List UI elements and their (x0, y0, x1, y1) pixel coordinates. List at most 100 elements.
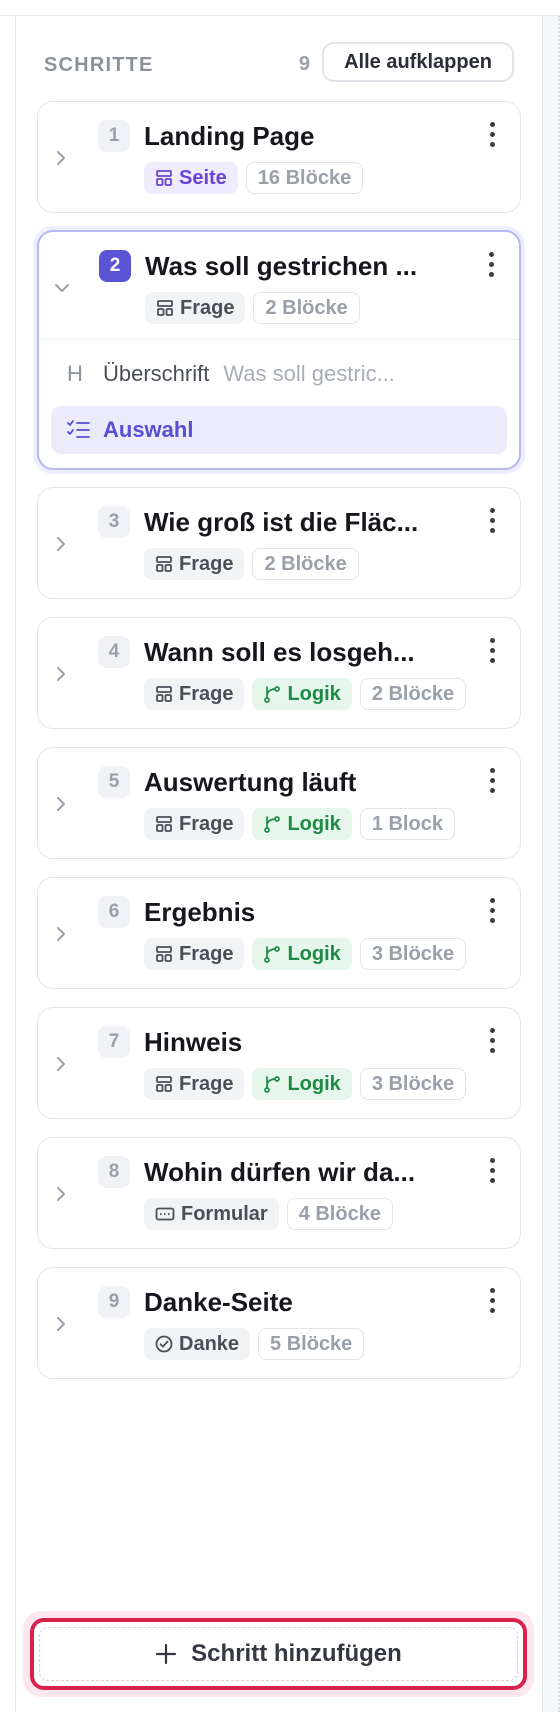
checklist-icon (67, 419, 95, 441)
step-card-6[interactable]: 6 Ergebnis Frage Logik 3 Blöcke (37, 877, 521, 989)
step-title: Was soll gestrichen ... (145, 251, 418, 281)
step-title: Wie groß ist die Fläc... (144, 507, 419, 537)
step-number: 9 (98, 1286, 130, 1318)
steps-title: SCHRITTE (44, 54, 154, 76)
step-type-badge: Frage (144, 1068, 245, 1100)
block-preview-text: Was soll gestric... (223, 361, 395, 386)
step-divider (39, 339, 519, 340)
logic-badge: Logik (252, 938, 352, 970)
step-type-badge: Frage (144, 678, 245, 710)
branch-icon (264, 946, 281, 963)
step-card-7[interactable]: 7 Hinweis Frage Logik 3 Blöcke (37, 1007, 521, 1119)
chevron-right-icon[interactable] (49, 532, 73, 556)
layout-icon (156, 686, 172, 702)
step-title: Hinweis (144, 1027, 243, 1057)
step-title: Ergebnis (144, 897, 256, 927)
block-item-choice[interactable]: Auswahl (51, 406, 507, 454)
add-step-button[interactable]: Schritt hinzufügen (30, 1618, 527, 1690)
step-type-badge: Frage (144, 548, 245, 580)
canvas-edge (542, 16, 560, 1712)
layout-icon (156, 1076, 172, 1092)
branch-icon (264, 686, 281, 703)
chevron-right-icon[interactable] (49, 146, 73, 170)
step-card-1[interactable]: 1 Landing Page Seite 16 Blöcke (37, 101, 521, 213)
step-type-badge: Frage (145, 292, 246, 324)
layout-icon (156, 816, 172, 832)
step-type-badge: Frage (144, 808, 245, 840)
more-options-icon[interactable] (486, 122, 498, 152)
step-card-2[interactable]: 2 Was soll gestrichen ... Frage 2 Blöcke… (37, 230, 521, 470)
block-count-badge: 2 Blöcke (359, 678, 467, 710)
step-number: 7 (98, 1026, 130, 1058)
left-divider (15, 16, 16, 1712)
step-card-3[interactable]: 3 Wie groß ist die Fläc... Frage 2 Blöck… (37, 487, 521, 599)
chevron-right-icon[interactable] (49, 1052, 73, 1076)
chevron-right-icon[interactable] (49, 1182, 73, 1206)
step-card-4[interactable]: 4 Wann soll es losgeh... Frage Logik 2 B… (37, 617, 521, 729)
more-options-icon[interactable] (486, 1158, 498, 1188)
chevron-right-icon[interactable] (49, 792, 73, 816)
block-item-heading[interactable]: H Überschrift Was soll gestric... (51, 350, 507, 398)
steps-header: SCHRITTE 9 Alle aufklappen (44, 42, 514, 86)
step-number: 3 (98, 506, 130, 538)
step-card-9[interactable]: 9 Danke-Seite Danke 5 Blöcke (37, 1267, 521, 1379)
step-type-label: Danke (179, 1332, 240, 1355)
logic-badge: Logik (252, 1068, 352, 1100)
step-title: Wann soll es losgeh... (144, 637, 415, 667)
step-title: Wohin dürfen wir da... (144, 1157, 416, 1187)
step-type-badge: Danke (144, 1328, 251, 1360)
heading-icon: H (67, 361, 83, 386)
block-count-badge: 2 Blöcke (252, 548, 359, 580)
logic-label: Logik (287, 682, 341, 705)
steps-count: 9 (298, 53, 310, 75)
logic-label: Logik (287, 942, 341, 965)
step-number: 4 (98, 636, 130, 668)
layout-icon (157, 300, 173, 316)
layout-icon (156, 170, 172, 186)
more-options-icon[interactable] (486, 508, 498, 538)
add-step-focus-ring: Schritt hinzufügen (23, 1611, 534, 1697)
block-count-badge: 1 Block (359, 808, 455, 840)
more-options-icon[interactable] (486, 768, 498, 798)
more-options-icon[interactable] (486, 638, 498, 668)
block-type-label: Auswahl (103, 417, 194, 442)
plus-icon (156, 1643, 177, 1665)
branch-icon (264, 816, 281, 833)
check-circle-icon (155, 1335, 173, 1353)
block-type-label: Überschrift (103, 361, 210, 386)
block-count-badge: 2 Blöcke (253, 292, 360, 324)
more-options-icon[interactable] (486, 1028, 498, 1058)
more-options-icon[interactable] (486, 898, 498, 928)
branch-icon (264, 1076, 281, 1093)
logic-badge: Logik (252, 808, 352, 840)
step-type-label: Seite (179, 166, 227, 189)
block-count-badge: 3 Blöcke (359, 1068, 467, 1100)
add-step-label: Schritt hinzufügen (191, 1640, 402, 1667)
logic-label: Logik (287, 812, 341, 835)
step-type-badge: Frage (144, 938, 245, 970)
logic-badge: Logik (252, 678, 352, 710)
layout-icon (156, 556, 172, 572)
step-title: Auswertung läuft (144, 767, 357, 797)
step-number: 6 (98, 896, 130, 928)
logic-label: Logik (287, 1072, 341, 1095)
step-type-badge: Formular (144, 1198, 279, 1230)
chevron-right-icon[interactable] (49, 1312, 73, 1336)
step-card-5[interactable]: 5 Auswertung läuft Frage Logik 1 Block (37, 747, 521, 859)
step-number: 2 (99, 250, 131, 282)
step-card-8[interactable]: 8 Wohin dürfen wir da... Formular 4 Blöc… (37, 1137, 521, 1249)
step-type-label: Frage (179, 682, 234, 705)
block-count-badge: 3 Blöcke (359, 938, 467, 970)
step-type-label: Frage (180, 296, 235, 319)
expand-all-button[interactable]: Alle aufklappen (322, 42, 514, 82)
step-type-label: Frage (179, 1072, 234, 1095)
step-title: Danke-Seite (144, 1287, 293, 1317)
step-type-badge: Seite (144, 162, 238, 194)
chevron-right-icon[interactable] (49, 662, 73, 686)
more-options-icon[interactable] (486, 1288, 498, 1318)
chevron-down-icon[interactable] (50, 276, 74, 300)
block-count-badge: 16 Blöcke (245, 162, 364, 194)
chevron-right-icon[interactable] (49, 922, 73, 946)
more-options-icon[interactable] (485, 252, 497, 282)
step-number: 5 (98, 766, 130, 798)
